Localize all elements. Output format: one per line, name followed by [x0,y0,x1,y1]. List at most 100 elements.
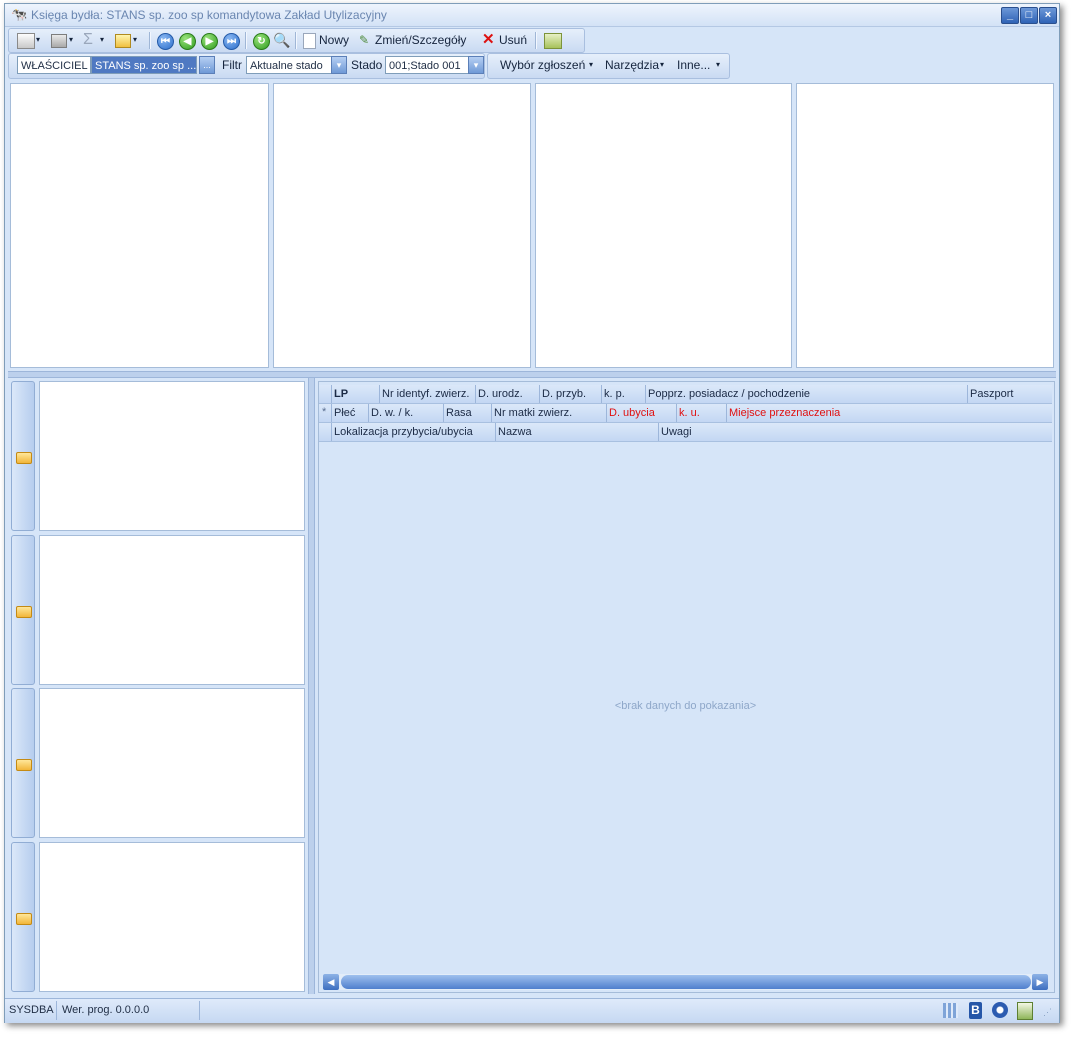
settings-gear-icon[interactable] [992,1002,1008,1018]
status-version: Wer. prog. 0.0.0.0 [62,1004,150,1016]
add-record-icon[interactable] [17,33,35,49]
toolbar-separator [535,32,537,49]
herd-select[interactable]: 001;Stado 001 [385,56,469,74]
col-location[interactable]: Lokalizacja przybycia/ubycia [331,423,495,441]
delete-icon[interactable]: ✕ [482,29,495,51]
title-bar[interactable]: 🐄 Księga bydła: STANS sp. zoo sp komandy… [5,4,1059,27]
col-lp[interactable]: LP [331,385,379,403]
chevron-down-icon[interactable]: ▾ [589,54,593,76]
side-panel-2 [39,535,305,685]
herd-dropdown-button[interactable]: ▾ [468,56,484,74]
animals-grid[interactable]: LP Nr identyf. zwierz. D. urodz. D. przy… [318,381,1055,993]
col-arrival-date[interactable]: D. przyb. [539,385,601,403]
owner-browse-button[interactable]: ... [199,56,215,74]
chevron-down-icon[interactable]: ▾ [716,54,720,76]
owner-label: WŁAŚCICIEL [17,56,91,74]
chevron-down-icon[interactable]: ▾ [133,29,137,51]
col-kp[interactable]: k. p. [601,385,645,403]
top-panel-3 [535,83,792,368]
print-icon[interactable] [51,34,67,48]
panel-toggle-button-1[interactable] [11,381,35,531]
side-panel-4 [39,842,305,992]
scroll-left-button[interactable]: ◀ [323,974,339,990]
col-previous-owner[interactable]: Popprz. posiadacz / pochodzenie [645,385,967,403]
refresh-icon[interactable]: ↻ [253,33,270,50]
minimize-button[interactable]: _ [1001,7,1019,24]
col-name[interactable]: Nazwa [495,423,658,441]
empty-grid-message: <brak danych do pokazania> [614,700,757,712]
col-dwk[interactable]: D. w. / k. [368,404,443,422]
side-panel-1 [39,381,305,531]
col-id[interactable]: Nr identyf. zwierz. [379,385,475,403]
exit-door-icon[interactable] [1017,1002,1033,1020]
filter-toolbar: WŁAŚCICIEL STANS sp. zoo sp ... ... Filt… [8,53,485,79]
top-panel-1 [10,83,269,368]
grid-header-row-1: LP Nr identyf. zwierz. D. urodz. D. przy… [319,385,1052,404]
menu-reports[interactable]: Wybór zgłoszeń [500,54,585,76]
col-departure-date[interactable]: D. ubycia [606,404,676,422]
last-record-icon[interactable]: ⏭ [223,33,240,50]
new-button[interactable]: Nowy [319,29,349,51]
delete-button[interactable]: Usuń [499,29,527,51]
grid-header-row-2: * Płeć D. w. / k. Rasa Nr matki zwierz. … [319,404,1052,423]
col-ku[interactable]: k. u. [676,404,726,422]
close-button[interactable]: × [1039,7,1057,24]
edit-button[interactable]: Zmień/Szczegóły [375,29,466,51]
main-toolbar: ▾ ▾ Σ ▾ ▾ ⏮ ◀ ▶ ⏭ ↻ 🔍 Nowy ✎ Zmień/Szcze… [8,28,585,53]
export-icon[interactable] [115,34,131,48]
chevron-down-icon[interactable]: ▾ [100,29,104,51]
report-icon[interactable] [544,33,562,49]
toolbar-separator [245,32,247,49]
col-breed[interactable]: Rasa [443,404,491,422]
chevron-down-icon[interactable]: ▾ [36,29,40,51]
top-panel-4 [796,83,1054,368]
previous-record-icon[interactable]: ◀ [179,33,196,50]
resize-grip-icon[interactable]: ⋰ [1043,1007,1052,1018]
first-record-icon[interactable]: ⏮ [157,33,174,50]
col-birth-date[interactable]: D. urodz. [475,385,539,403]
menu-toolbar: Wybór zgłoszeń ▾ Narzędzia ▾ Inne... ▾ [487,53,730,79]
horizontal-splitter[interactable] [8,371,1056,378]
vertical-splitter[interactable] [308,378,315,994]
next-record-icon[interactable]: ▶ [201,33,218,50]
filter-select[interactable]: Aktualne stado [246,56,332,74]
main-window: 🐄 Księga bydła: STANS sp. zoo sp komandy… [4,3,1060,1023]
scroll-right-button[interactable]: ▶ [1032,974,1048,990]
search-icon[interactable]: 🔍 [273,29,290,51]
chevron-down-icon[interactable]: ▾ [660,54,664,76]
menu-tools[interactable]: Narzędzia [605,54,659,76]
maximize-button[interactable]: □ [1020,7,1038,24]
toolbar-separator [295,32,297,49]
database-icon[interactable]: B [969,1002,982,1019]
chevron-down-icon[interactable]: ▾ [69,29,73,51]
calculator-icon[interactable] [943,1003,958,1018]
herd-label: Stado [351,58,383,72]
edit-pencil-icon[interactable]: ✎ [359,29,369,51]
col-mother-id[interactable]: Nr matki zwierz. [491,404,606,422]
status-bar: SYSDBA Wer. prog. 0.0.0.0 B ⋰ [5,998,1059,1023]
panel-toggle-button-4[interactable] [11,842,35,992]
col-notes[interactable]: Uwagi [658,423,1052,441]
menu-other[interactable]: Inne... [677,54,710,76]
folder-icon [16,913,32,925]
col-destination[interactable]: Miejsce przeznaczenia [726,404,1052,422]
status-user: SYSDBA [9,1004,54,1016]
filter-dropdown-button[interactable]: ▾ [331,56,347,74]
sum-icon[interactable]: Σ [83,29,93,51]
side-panel-3 [39,688,305,838]
new-row-marker: * [322,406,327,418]
owner-field[interactable]: STANS sp. zoo sp ... [91,56,197,74]
scroll-thumb[interactable] [341,975,1031,989]
folder-icon [16,606,32,618]
app-cow-icon: 🐄 [11,7,28,22]
panel-toggle-button-3[interactable] [11,688,35,838]
panel-toggle-button-2[interactable] [11,535,35,685]
filter-label: Filtr [222,58,242,72]
status-separator [199,1001,200,1020]
col-passport[interactable]: Paszport [967,385,1052,403]
horizontal-scrollbar[interactable]: ◀ ▶ [323,974,1048,990]
col-sex[interactable]: Płeć [331,404,368,422]
new-document-icon[interactable] [303,33,316,49]
folder-icon [16,452,32,464]
window-title: Księga bydła: STANS sp. zoo sp komandyto… [31,8,387,22]
